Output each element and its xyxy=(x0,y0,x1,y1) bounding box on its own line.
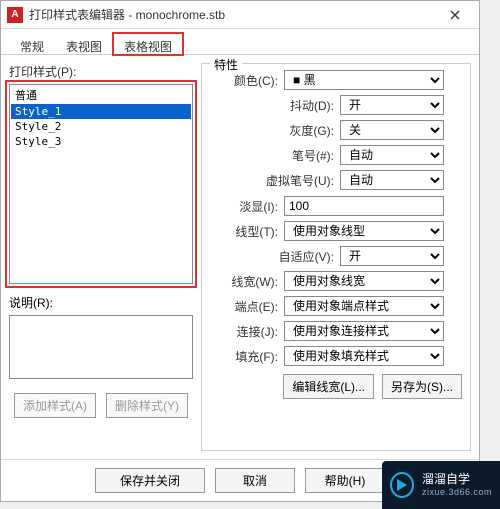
plot-styles-listbox[interactable]: 普通 Style_1 Style_2 Style_3 xyxy=(9,84,193,284)
adaptive-label: 自适应(V): xyxy=(210,248,334,265)
grayscale-label: 灰度(G): xyxy=(210,122,334,139)
tab-general[interactable]: 常规 xyxy=(9,33,55,54)
endstyle-label: 端点(E): xyxy=(210,298,278,315)
plot-styles-label: 打印样式(P): xyxy=(9,63,193,80)
joinstyle-label: 连接(J): xyxy=(210,323,278,340)
window-title: 打印样式表编辑器 - monochrome.stb xyxy=(29,6,437,23)
endstyle-select[interactable]: 使用对象端点样式 xyxy=(284,296,444,316)
edit-lineweights-button[interactable]: 编辑线宽(L)... xyxy=(283,374,374,399)
cancel-button[interactable]: 取消 xyxy=(215,468,295,493)
color-label: 颜色(C): xyxy=(210,72,278,89)
properties-title: 特性 xyxy=(210,56,242,73)
list-item[interactable]: Style_2 xyxy=(11,119,191,134)
editor-window: A 打印样式表编辑器 - monochrome.stb 常规 表视图 表格视图 … xyxy=(0,0,480,502)
fillstyle-select[interactable]: 使用对象填充样式 xyxy=(284,346,444,366)
grayscale-select[interactable]: 关 xyxy=(340,120,444,140)
lineweight-select[interactable]: 使用对象线宽 xyxy=(284,271,444,291)
watermark-badge: 溜溜自学 zixue.3d66.com xyxy=(382,461,500,509)
titlebar: A 打印样式表编辑器 - monochrome.stb xyxy=(1,1,479,29)
list-item[interactable]: Style_1 xyxy=(11,104,191,119)
play-icon xyxy=(390,472,414,498)
description-label: 说明(R): xyxy=(9,294,193,311)
pen-label: 笔号(#): xyxy=(210,147,334,164)
dither-select[interactable]: 开 xyxy=(340,95,444,115)
list-item[interactable]: Style_3 xyxy=(11,134,191,149)
close-icon[interactable] xyxy=(437,5,473,25)
app-icon: A xyxy=(7,7,23,23)
tab-tableview[interactable]: 表视图 xyxy=(55,33,113,54)
fillstyle-label: 填充(F): xyxy=(210,348,278,365)
save-as-button[interactable]: 另存为(S)... xyxy=(382,374,462,399)
pen-select[interactable]: 自动 xyxy=(340,145,444,165)
linetype-label: 线型(T): xyxy=(210,223,278,240)
adaptive-select[interactable]: 开 xyxy=(340,246,444,266)
delete-style-button[interactable]: 删除样式(Y) xyxy=(106,393,188,418)
lineweight-label: 线宽(W): xyxy=(210,273,278,290)
content-area: 打印样式(P): 普通 Style_1 Style_2 Style_3 说明(R… xyxy=(1,55,479,459)
properties-panel: 特性 颜色(C): ■ 黑 抖动(D): 开 灰度(G): 关 笔号(#): 自… xyxy=(201,63,471,451)
color-select[interactable]: ■ 黑 xyxy=(284,70,444,90)
add-style-button[interactable]: 添加样式(A) xyxy=(14,393,96,418)
screening-input[interactable] xyxy=(284,196,444,216)
tab-formview[interactable]: 表格视图 xyxy=(113,33,183,55)
watermark-sub: zixue.3d66.com xyxy=(422,487,492,498)
list-item[interactable]: 普通 xyxy=(11,86,191,104)
tab-bar: 常规 表视图 表格视图 xyxy=(1,29,479,55)
help-button[interactable]: 帮助(H) xyxy=(305,468,385,493)
virtualpen-select[interactable]: 自动 xyxy=(340,170,444,190)
linetype-select[interactable]: 使用对象线型 xyxy=(284,221,444,241)
save-close-button[interactable]: 保存并关闭 xyxy=(95,468,205,493)
joinstyle-select[interactable]: 使用对象连接样式 xyxy=(284,321,444,341)
description-textarea[interactable] xyxy=(9,315,193,379)
dither-label: 抖动(D): xyxy=(210,97,334,114)
left-panel: 打印样式(P): 普通 Style_1 Style_2 Style_3 说明(R… xyxy=(9,63,193,451)
virtualpen-label: 虚拟笔号(U): xyxy=(210,172,334,189)
screening-label: 淡显(I): xyxy=(210,198,278,215)
watermark-brand: 溜溜自学 xyxy=(422,472,492,486)
